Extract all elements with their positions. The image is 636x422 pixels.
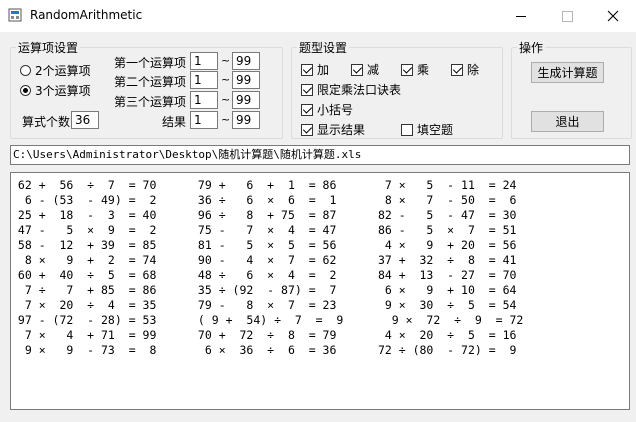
- operations-legend: 操作: [519, 41, 544, 55]
- minimize-icon: [516, 15, 526, 17]
- check-fill-blank-box: [401, 123, 413, 136]
- radio-2-indicator: [20, 65, 31, 76]
- operand-3-min-input[interactable]: [190, 91, 218, 109]
- check-limit-table-label: 限定乘法口诀表: [317, 83, 402, 97]
- maximize-button[interactable]: [544, 0, 590, 32]
- check-sub-box: [351, 63, 363, 76]
- check-brackets-label: 小括号: [317, 103, 354, 117]
- output-line: 9 × 9 - 73 = 8 6 × 36 ÷ 6 = 36 72 ÷ (80 …: [11, 343, 517, 357]
- operand-3-max-input[interactable]: [232, 91, 260, 109]
- check-div[interactable]: 除: [451, 61, 479, 78]
- operand-settings-legend: 运算项设置: [18, 41, 79, 55]
- output-line: 7 × 20 ÷ 4 = 35 79 - 8 × 7 = 23 9 × 30 ÷…: [11, 298, 517, 312]
- result-min-input[interactable]: [190, 111, 218, 129]
- operand-1-min-input[interactable]: [190, 52, 218, 70]
- count-input[interactable]: [71, 111, 99, 129]
- close-button[interactable]: [590, 0, 636, 32]
- check-mul-box: [401, 63, 413, 76]
- check-brackets-box: [301, 103, 313, 116]
- operand-3-tilde: ~: [221, 93, 231, 106]
- count-label: 算式个数: [22, 115, 71, 129]
- output-line: 62 + 56 ÷ 7 = 70 79 + 6 + 1 = 86 7 × 5 -…: [11, 178, 517, 192]
- output-line: 97 - (72 - 28) = 53 ( 9 + 54) ÷ 7 = 9 9 …: [11, 313, 524, 327]
- close-icon: [607, 10, 619, 22]
- result-tilde: ~: [221, 113, 231, 126]
- output-line: 7 ÷ 7 + 85 = 86 35 ÷ (92 - 87) = 7 6 × 9…: [11, 283, 517, 297]
- window-title: RandomArithmetic: [30, 8, 143, 22]
- check-mul-label: 乘: [417, 63, 430, 77]
- output-line: 60 + 40 ÷ 5 = 68 48 ÷ 6 × 4 = 2 84 + 13 …: [11, 268, 517, 282]
- output-line: 58 - 12 + 39 = 85 81 - 5 × 5 = 56 4 × 9 …: [11, 238, 517, 252]
- title-bar: RandomArithmetic: [0, 0, 636, 32]
- output-line: 25 + 18 - 3 = 40 96 ÷ 8 + 75 = 87 82 - 5…: [11, 208, 517, 222]
- operand-2-label: 第二个运算项: [114, 75, 187, 89]
- check-add-box: [301, 63, 313, 76]
- app-icon: [8, 8, 22, 22]
- check-add[interactable]: 加: [301, 61, 329, 78]
- operand-1-tilde: ~: [221, 54, 231, 67]
- radio-2-label: 2个运算项: [35, 64, 91, 78]
- operand-3-label: 第三个运算项: [114, 95, 187, 109]
- file-path-field[interactable]: C:\Users\Administrator\Desktop\随机计算题\随机计…: [10, 145, 630, 165]
- operand-1-max-input[interactable]: [232, 52, 260, 70]
- generate-button[interactable]: 生成计算题: [531, 62, 604, 83]
- exit-button[interactable]: 退出: [531, 111, 604, 132]
- result-max-input[interactable]: [232, 111, 260, 129]
- operand-2-min-input[interactable]: [190, 71, 218, 89]
- output-line: 6 - (53 - 49) = 2 36 ÷ 6 × 6 = 1 8 × 7 -…: [11, 193, 517, 207]
- radio-3-operands[interactable]: 3个运算项: [20, 82, 91, 99]
- operand-2-tilde: ~: [221, 73, 231, 86]
- check-add-label: 加: [317, 63, 330, 77]
- check-fill-blank-label: 填空题: [417, 123, 454, 137]
- operand-2-max-input[interactable]: [232, 71, 260, 89]
- radio-3-indicator: [20, 85, 31, 96]
- check-limit-table-box: [301, 83, 313, 96]
- check-sub[interactable]: 减: [351, 61, 379, 78]
- output-textarea[interactable]: 62 + 56 ÷ 7 = 70 79 + 6 + 1 = 86 7 × 5 -…: [10, 172, 630, 410]
- maximize-icon: [561, 10, 573, 22]
- question-type-legend: 题型设置: [299, 41, 348, 55]
- check-mul[interactable]: 乘: [401, 61, 429, 78]
- radio-2-operands[interactable]: 2个运算项: [20, 62, 91, 79]
- check-div-label: 除: [467, 63, 480, 77]
- check-div-box: [451, 63, 463, 76]
- check-fill-blank[interactable]: 填空题: [401, 121, 453, 138]
- minimize-button[interactable]: [498, 0, 544, 32]
- result-label: 结果: [162, 115, 187, 129]
- check-show-result-box: [301, 123, 313, 136]
- output-line: 47 - 5 × 9 = 2 75 - 7 × 4 = 47 86 - 5 × …: [11, 223, 517, 237]
- check-sub-label: 减: [367, 63, 380, 77]
- check-show-result[interactable]: 显示结果: [301, 121, 365, 138]
- check-show-result-label: 显示结果: [317, 123, 366, 137]
- check-limit-table[interactable]: 限定乘法口诀表: [301, 81, 401, 98]
- radio-3-label: 3个运算项: [35, 84, 91, 98]
- output-line: 7 × 4 + 71 = 99 70 + 72 ÷ 8 = 79 4 × 20 …: [11, 328, 517, 342]
- check-brackets[interactable]: 小括号: [301, 101, 353, 118]
- operand-1-label: 第一个运算项: [114, 56, 187, 70]
- output-line: 8 × 9 + 2 = 74 90 - 4 × 7 = 62 37 + 32 ÷…: [11, 253, 517, 267]
